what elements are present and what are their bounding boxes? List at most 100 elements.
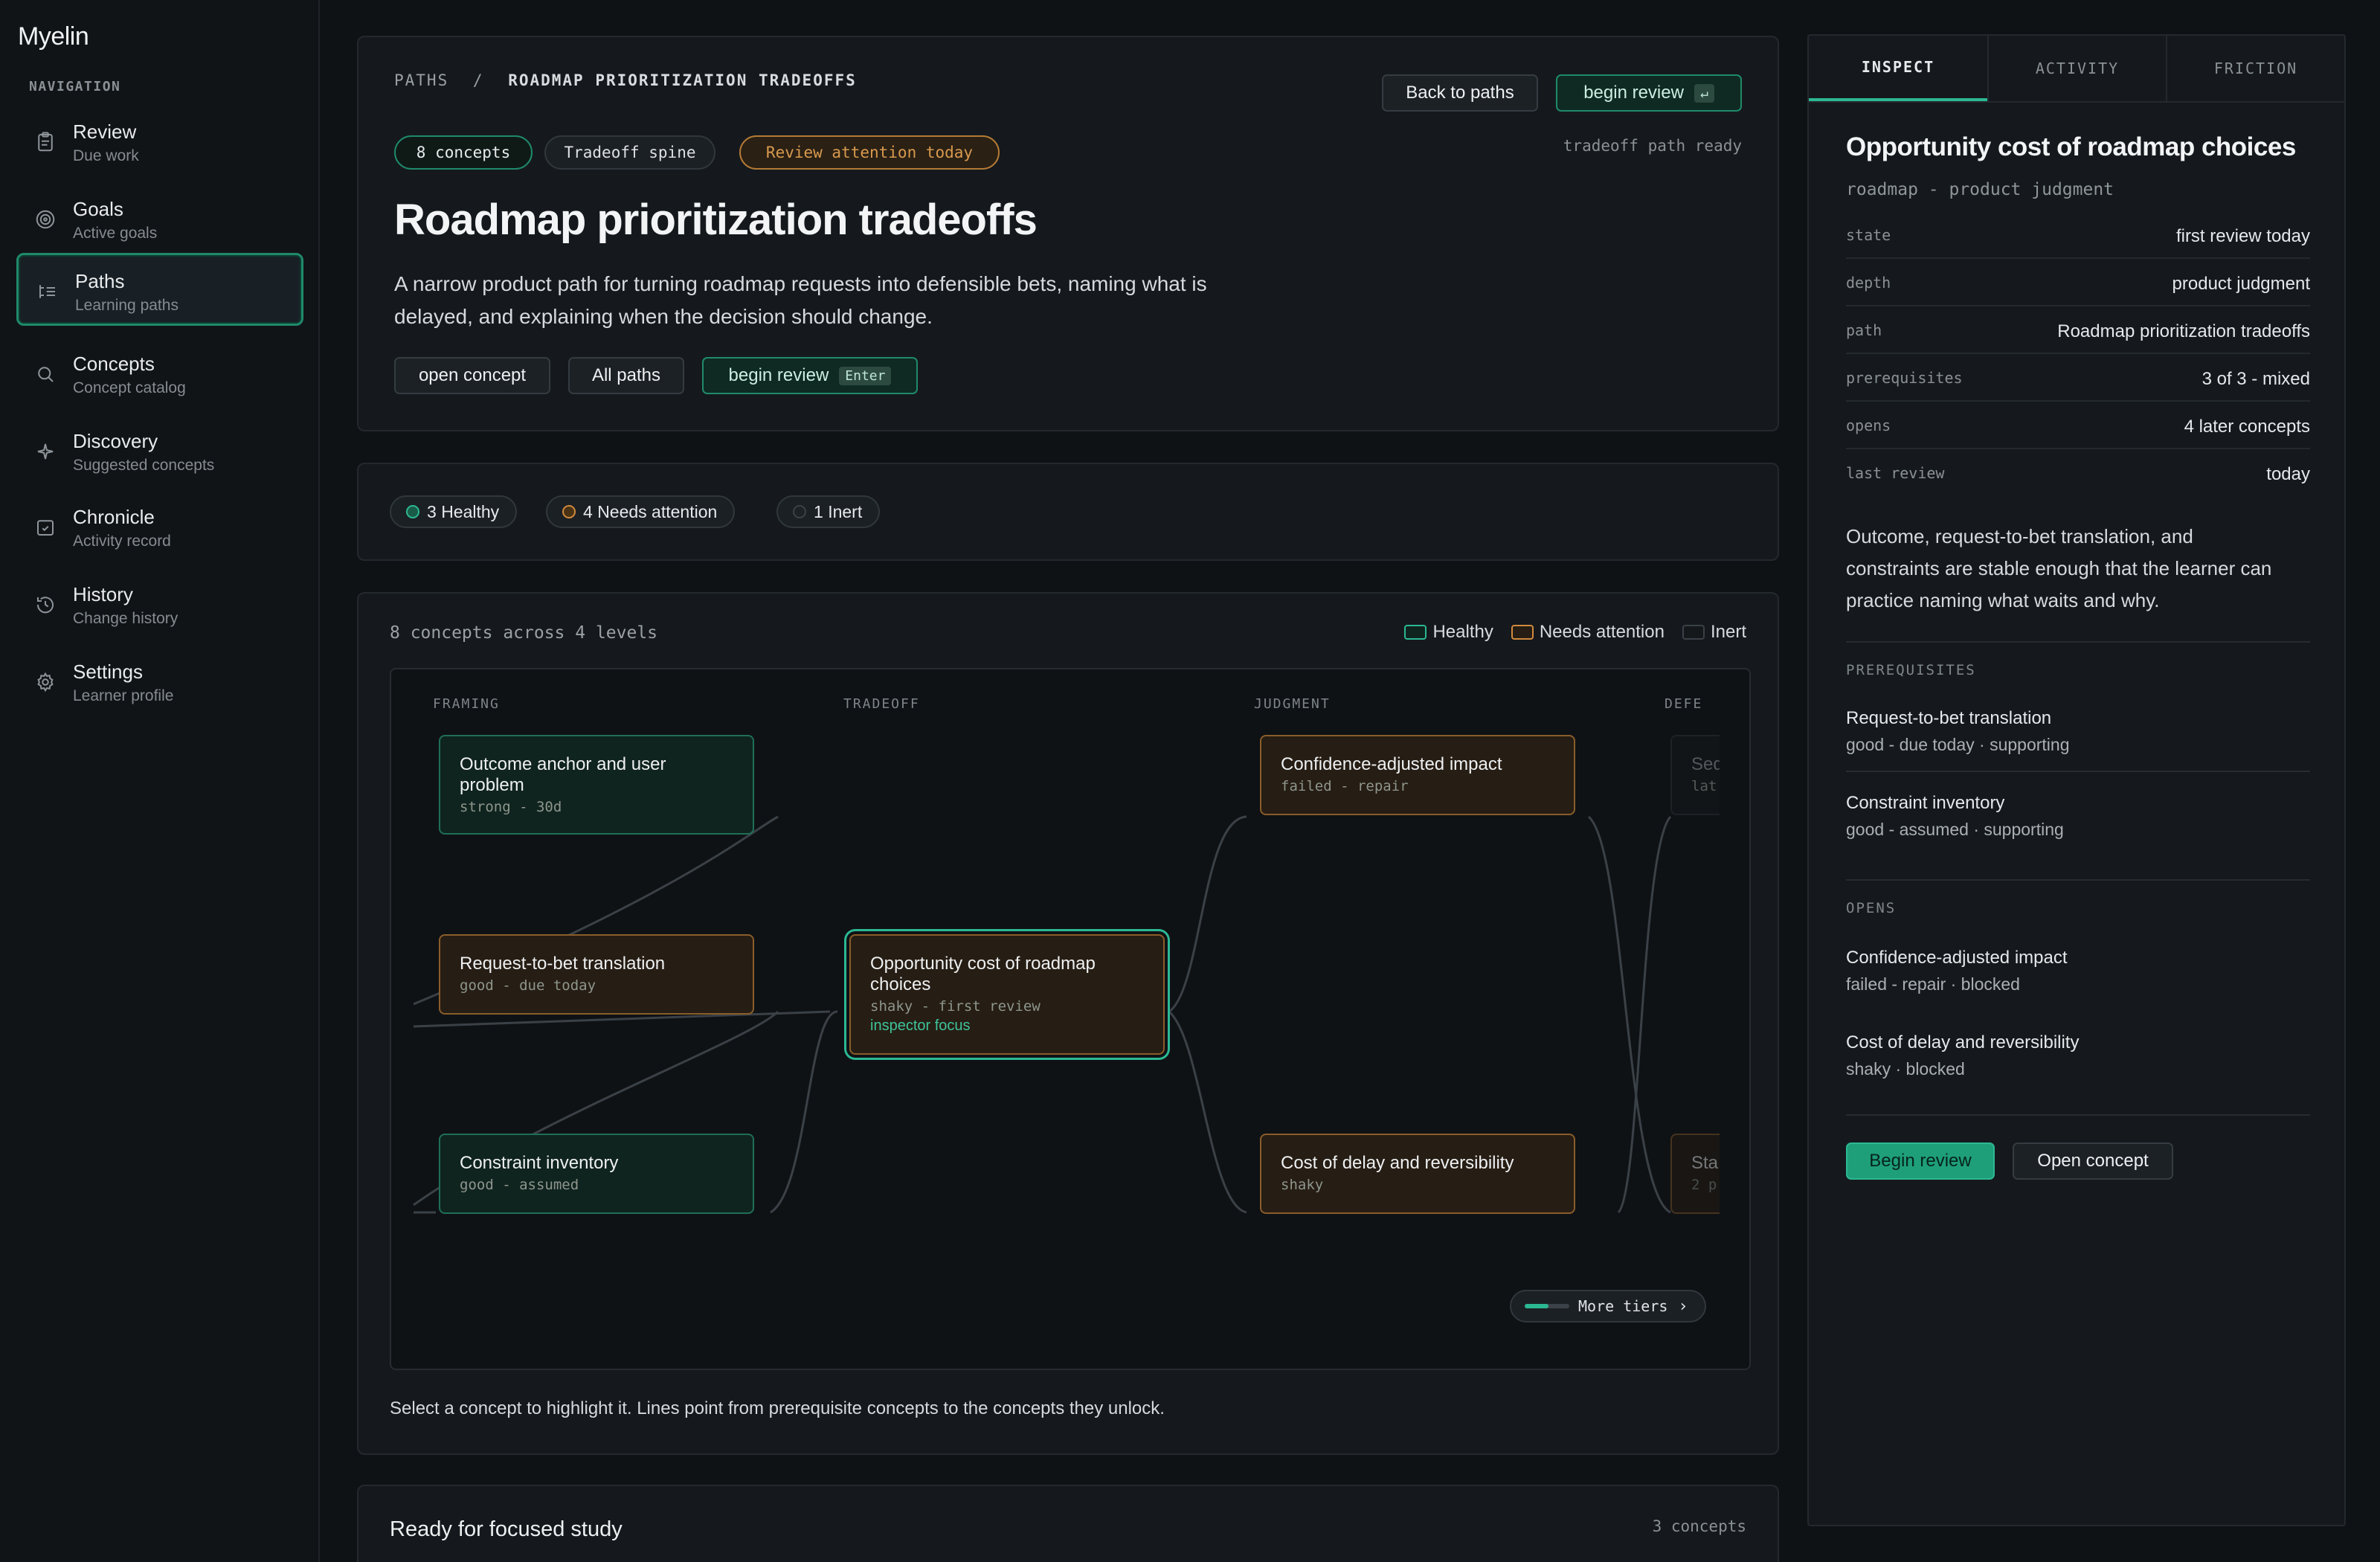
- legend-inert-label: Inert: [1710, 622, 1746, 642]
- column-header-tradeoff: TRADEOFF: [843, 696, 920, 712]
- breadcrumb-root[interactable]: PATHS: [394, 71, 448, 89]
- focused-study-panel: Ready for focused study 3 concepts: [357, 1485, 1779, 1562]
- healthy-filter-chip[interactable]: 3 Healthy: [390, 495, 518, 528]
- enter-key-hint: ↵: [1694, 83, 1714, 103]
- attention-filter-chip[interactable]: 4 Needs attention: [546, 495, 736, 528]
- node-title: Constraint inventory: [460, 1153, 619, 1173]
- sidebar-item-label: Goals: [73, 198, 123, 220]
- inspector-row-last-review: last review today: [1846, 449, 2310, 497]
- graph-edge: [1168, 1010, 1247, 1214]
- concept-node[interactable]: Confidence-adjusted impact failed - repa…: [1260, 735, 1575, 815]
- sidebar-item-concepts[interactable]: Concepts Concept catalog: [16, 338, 303, 411]
- graph-clip-edge: [1720, 669, 1749, 1369]
- concept-node[interactable]: Constraint inventory good - assumed: [439, 1134, 754, 1214]
- all-paths-button[interactable]: All paths: [568, 357, 684, 394]
- row-value: today: [2266, 464, 2310, 484]
- concept-graph[interactable]: FRAMING TRADEOFF JUDGMENT DEFE Outcome a…: [390, 668, 1751, 1370]
- path-header-panel: PATHS / ROADMAP PRIORITIZATION TRADEOFFS…: [357, 36, 1779, 431]
- node-status: shaky: [1281, 1177, 1324, 1193]
- concept-node[interactable]: Outcome anchor and user problem strong -…: [439, 735, 754, 835]
- legend-attention-label: Needs attention: [1539, 622, 1665, 642]
- inspector-open-concept-button[interactable]: Open concept: [2013, 1142, 2173, 1180]
- sidebar-item-sub: Change history: [73, 610, 178, 627]
- section-divider: [1846, 641, 2310, 643]
- sidebar-item-review[interactable]: Review Due work: [16, 106, 303, 179]
- path-status-text: tradeoff path ready: [1563, 137, 1742, 155]
- sparkle-icon: [37, 443, 54, 460]
- row-value: 4 later concepts: [2184, 417, 2310, 437]
- sidebar-item-label: Chronicle: [73, 506, 155, 528]
- enter-key-hint: Enter: [839, 366, 892, 385]
- history-icon: [36, 597, 54, 614]
- opens-status: shaky · blocked: [1846, 1059, 1965, 1079]
- node-title: choices: [870, 974, 931, 994]
- inert-filter-chip[interactable]: 1 Inert: [776, 495, 881, 528]
- inspector-summary-line: practice naming what waits and why.: [1846, 589, 2160, 611]
- calendar-check-icon: [37, 520, 54, 536]
- back-to-paths-button[interactable]: Back to paths: [1382, 74, 1538, 112]
- graph-edge: [1587, 815, 1671, 1214]
- more-tiers-label: More tiers: [1578, 1297, 1668, 1315]
- opens-title[interactable]: Confidence-adjusted impact: [1846, 948, 2068, 968]
- tab-friction[interactable]: FRICTION: [2166, 36, 2344, 101]
- begin-review-button[interactable]: begin review Enter: [702, 357, 918, 394]
- sidebar-item-label: Paths: [75, 270, 125, 292]
- sidebar-item-label: Review: [73, 120, 137, 143]
- sidebar-item-settings[interactable]: Settings Learner profile: [16, 646, 303, 719]
- row-key: state: [1846, 226, 1891, 244]
- health-summary-panel: 3 Healthy 4 Needs attention 1 Inert: [357, 463, 1779, 561]
- inert-count: 1: [814, 501, 823, 521]
- row-key: last review: [1846, 464, 1945, 482]
- node-title: Confidence-adjusted impact: [1281, 754, 1502, 774]
- breadcrumb: PATHS / ROADMAP PRIORITIZATION TRADEOFFS: [394, 71, 857, 89]
- focused-study-count: 3 concepts: [1652, 1517, 1746, 1535]
- opens-title[interactable]: Cost of delay and reversibility: [1846, 1032, 2079, 1053]
- inspector-row-opens: opens 4 later concepts: [1846, 402, 2310, 449]
- concept-node[interactable]: Request-to-bet translation good - due to…: [439, 934, 754, 1015]
- open-concept-button[interactable]: open concept: [394, 357, 550, 394]
- sidebar-item-paths[interactable]: Paths Learning paths: [16, 253, 303, 326]
- section-divider: [1846, 879, 2310, 881]
- attention-dot-icon: [562, 505, 576, 518]
- sidebar-item-history[interactable]: History Change history: [16, 568, 303, 641]
- node-title: problem: [460, 775, 524, 795]
- sidebar-item-sub: Learning paths: [75, 297, 178, 314]
- attention-label: Needs attention: [597, 501, 718, 521]
- tab-activity[interactable]: ACTIVITY: [1987, 36, 2166, 101]
- concept-node[interactable]: Cost of delay and reversibility shaky: [1260, 1134, 1575, 1214]
- tab-inspect[interactable]: INSPECT: [1809, 36, 1987, 101]
- sidebar-item-chronicle[interactable]: Chronicle Activity record: [16, 491, 303, 564]
- inspector-begin-review-button[interactable]: Begin review: [1846, 1142, 1995, 1180]
- healthy-count: 3: [427, 501, 437, 521]
- node-status: failed - repair: [1281, 778, 1409, 794]
- header-begin-review-button[interactable]: begin review ↵: [1556, 74, 1742, 112]
- prereq-title[interactable]: Request-to-bet translation: [1846, 708, 2051, 729]
- concept-node-focused[interactable]: Opportunity cost of roadmap choices shak…: [849, 934, 1165, 1055]
- graph-edge: [1168, 815, 1247, 1013]
- prereq-title[interactable]: Constraint inventory: [1846, 793, 2004, 814]
- opens-heading: OPENS: [1846, 900, 1897, 916]
- breadcrumb-separator: /: [472, 71, 484, 89]
- node-title: Request-to-bet translation: [460, 954, 666, 974]
- graph-edge: [770, 1010, 838, 1214]
- node-status: good - due today: [460, 977, 596, 994]
- inspector-row-prerequisites: prerequisites 3 of 3 - mixed: [1846, 354, 2310, 402]
- node-status: good - assumed: [460, 1177, 579, 1193]
- focused-study-title: Ready for focused study: [390, 1517, 623, 1541]
- section-divider: [1846, 1114, 2310, 1116]
- sidebar-item-sub: Suggested concepts: [73, 457, 215, 474]
- inspector-summary-line: constraints are stable enough that the l…: [1846, 557, 2272, 579]
- graph-summary: 8 concepts across 4 levels: [390, 623, 658, 643]
- inspector-summary-line: Outcome, request-to-bet translation, and: [1846, 525, 2193, 547]
- more-tiers-button[interactable]: More tiers ›: [1510, 1290, 1706, 1322]
- item-divider: [1846, 771, 2310, 772]
- sidebar-item-goals[interactable]: Goals Active goals: [16, 183, 303, 256]
- inert-dot-icon: [793, 505, 806, 518]
- row-value: Roadmap prioritization tradeoffs: [2057, 321, 2310, 341]
- app-logo[interactable]: Myelin: [18, 22, 89, 51]
- inspector-subtitle: roadmap - product judgment: [1846, 180, 2114, 199]
- inspector-row-depth: depth product judgment: [1846, 259, 2310, 306]
- sidebar-item-discovery[interactable]: Discovery Suggested concepts: [16, 415, 303, 488]
- row-value: first review today: [2175, 226, 2310, 246]
- sidebar-item-sub: Activity record: [73, 533, 171, 550]
